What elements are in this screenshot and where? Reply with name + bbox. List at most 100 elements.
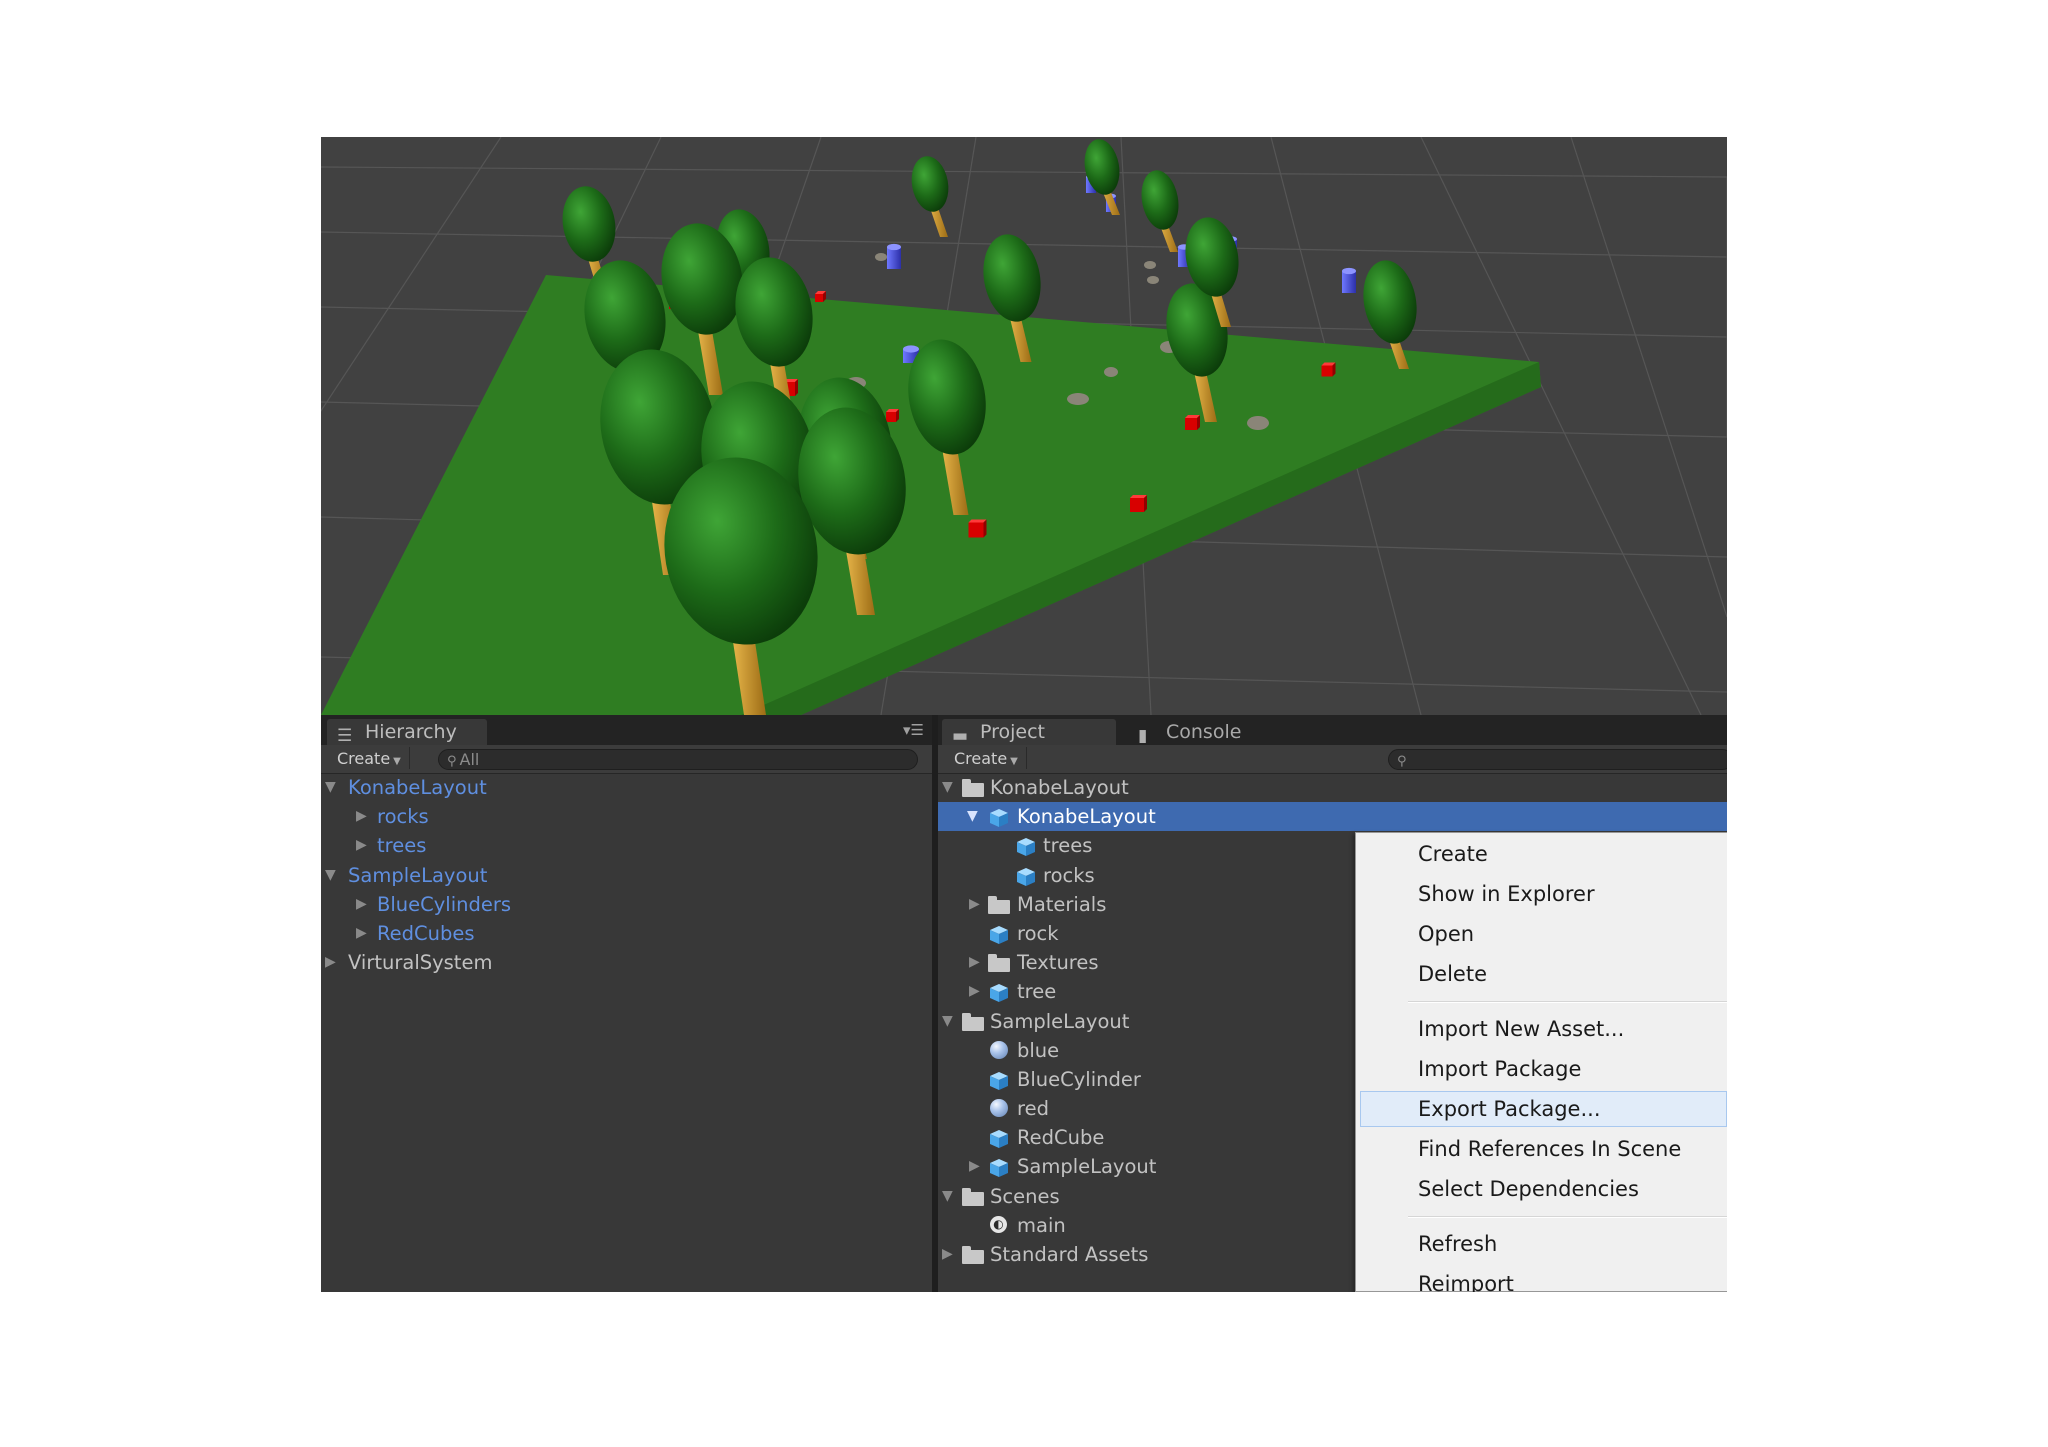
project-item-label: Materials bbox=[1017, 892, 1107, 916]
chevron-down-icon: ▼ bbox=[393, 756, 401, 767]
search-icon: ⚲ bbox=[1397, 754, 1407, 769]
project-item-label: RedCube bbox=[1017, 1126, 1105, 1150]
menu-item-import-package[interactable]: Import Package bbox=[1360, 1051, 1727, 1087]
project-create-button[interactable]: Create ▼ bbox=[946, 747, 1027, 769]
tree-shape bbox=[1084, 139, 1120, 215]
project-toolbar: Create ▼ ⚲ bbox=[938, 745, 1727, 774]
hierarchy-item-samplelayout[interactable]: ▼ SampleLayout bbox=[321, 861, 932, 890]
project-item-label: Scenes bbox=[990, 1184, 1060, 1208]
tab-console-label: Console bbox=[1166, 721, 1242, 743]
hierarchy-item-label: BlueCylinders bbox=[377, 892, 512, 916]
collapse-arrow-icon[interactable]: ▶ bbox=[942, 1240, 960, 1269]
menu-item-show-in-explorer[interactable]: Show in Explorer bbox=[1360, 876, 1727, 912]
red-cube-shape bbox=[1321, 362, 1336, 377]
expand-arrow-icon[interactable]: ▼ bbox=[942, 773, 960, 802]
menu-item-export-package-highlighted[interactable]: Export Package... bbox=[1360, 1091, 1727, 1127]
expand-arrow-icon[interactable]: ▼ bbox=[942, 1007, 960, 1036]
menu-item-import-new-asset[interactable]: Import New Asset... bbox=[1360, 1011, 1727, 1047]
expand-arrow-icon[interactable]: ▼ bbox=[942, 1182, 960, 1211]
tab-hierarchy[interactable]: ☰ Hierarchy bbox=[327, 719, 487, 746]
hierarchy-item-virturalsystem[interactable]: ▶ VirturalSystem bbox=[321, 948, 932, 977]
prefab-cube-icon bbox=[1015, 866, 1037, 886]
hierarchy-toolbar: Create ▼ ⚲ All bbox=[321, 745, 932, 774]
prefab-cube-icon bbox=[988, 1070, 1010, 1090]
folder-icon bbox=[962, 778, 984, 798]
hierarchy-item-rocks[interactable]: ▶ rocks bbox=[321, 802, 932, 831]
red-cube-shape bbox=[1130, 495, 1147, 512]
rock-shape bbox=[1247, 416, 1269, 430]
hierarchy-item-label: VirturalSystem bbox=[348, 951, 493, 975]
hierarchy-create-button[interactable]: Create ▼ bbox=[329, 747, 410, 769]
project-prefab-konabelayout-selected[interactable]: ▼ KonabeLayout bbox=[938, 802, 1727, 832]
menu-item-delete[interactable]: Delete bbox=[1360, 956, 1727, 992]
hierarchy-search-input[interactable]: ⚲ All bbox=[438, 749, 918, 770]
collapse-arrow-icon[interactable]: ▶ bbox=[356, 890, 374, 919]
menu-item-create[interactable]: Create bbox=[1360, 836, 1727, 872]
hierarchy-create-label: Create bbox=[337, 749, 391, 768]
tab-project[interactable]: ▬ Project bbox=[942, 719, 1116, 746]
folder-icon bbox=[988, 895, 1010, 915]
project-item-label: SampleLayout bbox=[990, 1009, 1130, 1033]
rock-shape bbox=[875, 253, 887, 261]
prefab-cube-icon bbox=[988, 1157, 1010, 1178]
hierarchy-item-label: KonabeLayout bbox=[348, 776, 487, 799]
tree-shape bbox=[1141, 170, 1179, 252]
collapse-arrow-icon[interactable]: ▶ bbox=[969, 948, 987, 977]
project-item-label: BlueCylinder bbox=[1017, 1067, 1141, 1091]
collapse-arrow-icon[interactable]: ▶ bbox=[356, 802, 374, 831]
project-create-label: Create bbox=[954, 749, 1008, 768]
hierarchy-item-redcubes[interactable]: ▶ RedCubes bbox=[321, 919, 932, 948]
collapse-arrow-icon[interactable]: ▶ bbox=[969, 890, 987, 919]
project-item-label: red bbox=[1017, 1097, 1049, 1121]
rock-shape bbox=[1104, 367, 1118, 377]
collapse-arrow-icon[interactable]: ▶ bbox=[325, 948, 343, 977]
expand-arrow-icon[interactable]: ▼ bbox=[325, 861, 343, 890]
menu-item-reimport[interactable]: Reimport bbox=[1360, 1266, 1727, 1292]
ground-plane bbox=[321, 275, 1541, 715]
project-item-label: KonabeLayout bbox=[990, 776, 1129, 799]
collapse-arrow-icon[interactable]: ▶ bbox=[356, 919, 374, 948]
red-cube-shape bbox=[1185, 415, 1200, 430]
project-item-label: Textures bbox=[1017, 951, 1099, 975]
menu-item-open[interactable]: Open bbox=[1360, 916, 1727, 952]
folder-icon bbox=[962, 1012, 984, 1032]
tab-console[interactable]: ▮ Console bbox=[1118, 719, 1268, 746]
collapse-arrow-icon[interactable]: ▶ bbox=[356, 831, 374, 860]
red-cube-shape bbox=[886, 409, 899, 422]
menu-item-select-dependencies[interactable]: Select Dependencies bbox=[1360, 1171, 1727, 1207]
project-item-label: trees bbox=[1043, 834, 1093, 858]
project-tabbar: ▬ Project ▮ Console bbox=[938, 715, 1727, 746]
red-cube-shape bbox=[968, 519, 987, 538]
collapse-arrow-icon[interactable]: ▶ bbox=[969, 1152, 987, 1181]
menu-item-find-references-in-scene[interactable]: Find References In Scene bbox=[1360, 1131, 1727, 1167]
project-item-label: rocks bbox=[1043, 863, 1095, 887]
project-item-label: rock bbox=[1017, 921, 1059, 945]
scene-view[interactable] bbox=[321, 137, 1727, 715]
project-item-label: blue bbox=[1017, 1038, 1060, 1062]
panel-menu-icon[interactable]: ▾☰ bbox=[903, 721, 924, 739]
context-menu: Create Show in Explorer Open Delete Impo… bbox=[1355, 832, 1727, 1292]
expand-arrow-icon[interactable]: ▼ bbox=[325, 773, 343, 802]
red-cube-shape bbox=[815, 291, 826, 302]
hierarchy-item-bluecylinders[interactable]: ▶ BlueCylinders bbox=[321, 890, 932, 919]
project-item-label: SampleLayout bbox=[1017, 1155, 1157, 1179]
tab-project-label: Project bbox=[980, 721, 1046, 743]
tab-hierarchy-label: Hierarchy bbox=[365, 721, 457, 743]
blue-cylinder-shape bbox=[1342, 267, 1356, 293]
project-search-input[interactable]: ⚲ bbox=[1388, 749, 1727, 770]
unity-editor-screenshot: ☰ Hierarchy ▾☰ Create ▼ ⚲ All ▼ KonabeLayo… bbox=[321, 137, 1727, 1292]
hierarchy-item-trees[interactable]: ▶ trees bbox=[321, 831, 932, 860]
menu-item-refresh[interactable]: Refresh bbox=[1360, 1226, 1727, 1262]
rock-shape bbox=[1147, 276, 1159, 284]
collapse-arrow-icon[interactable]: ▶ bbox=[969, 977, 987, 1006]
project-folder-konabelayout[interactable]: ▼ KonabeLayout bbox=[938, 773, 1727, 802]
tree-shape bbox=[911, 156, 949, 237]
blue-cylinder-shape bbox=[887, 243, 901, 269]
hierarchy-item-konabelayout[interactable]: ▼ KonabeLayout bbox=[321, 773, 932, 802]
prefab-cube-icon bbox=[988, 807, 1010, 828]
folder-icon bbox=[962, 1245, 984, 1265]
rock-shape bbox=[1067, 393, 1089, 405]
folder-icon bbox=[988, 953, 1010, 973]
expand-arrow-icon[interactable]: ▼ bbox=[967, 802, 985, 831]
scene-canvas[interactable] bbox=[321, 137, 1727, 715]
